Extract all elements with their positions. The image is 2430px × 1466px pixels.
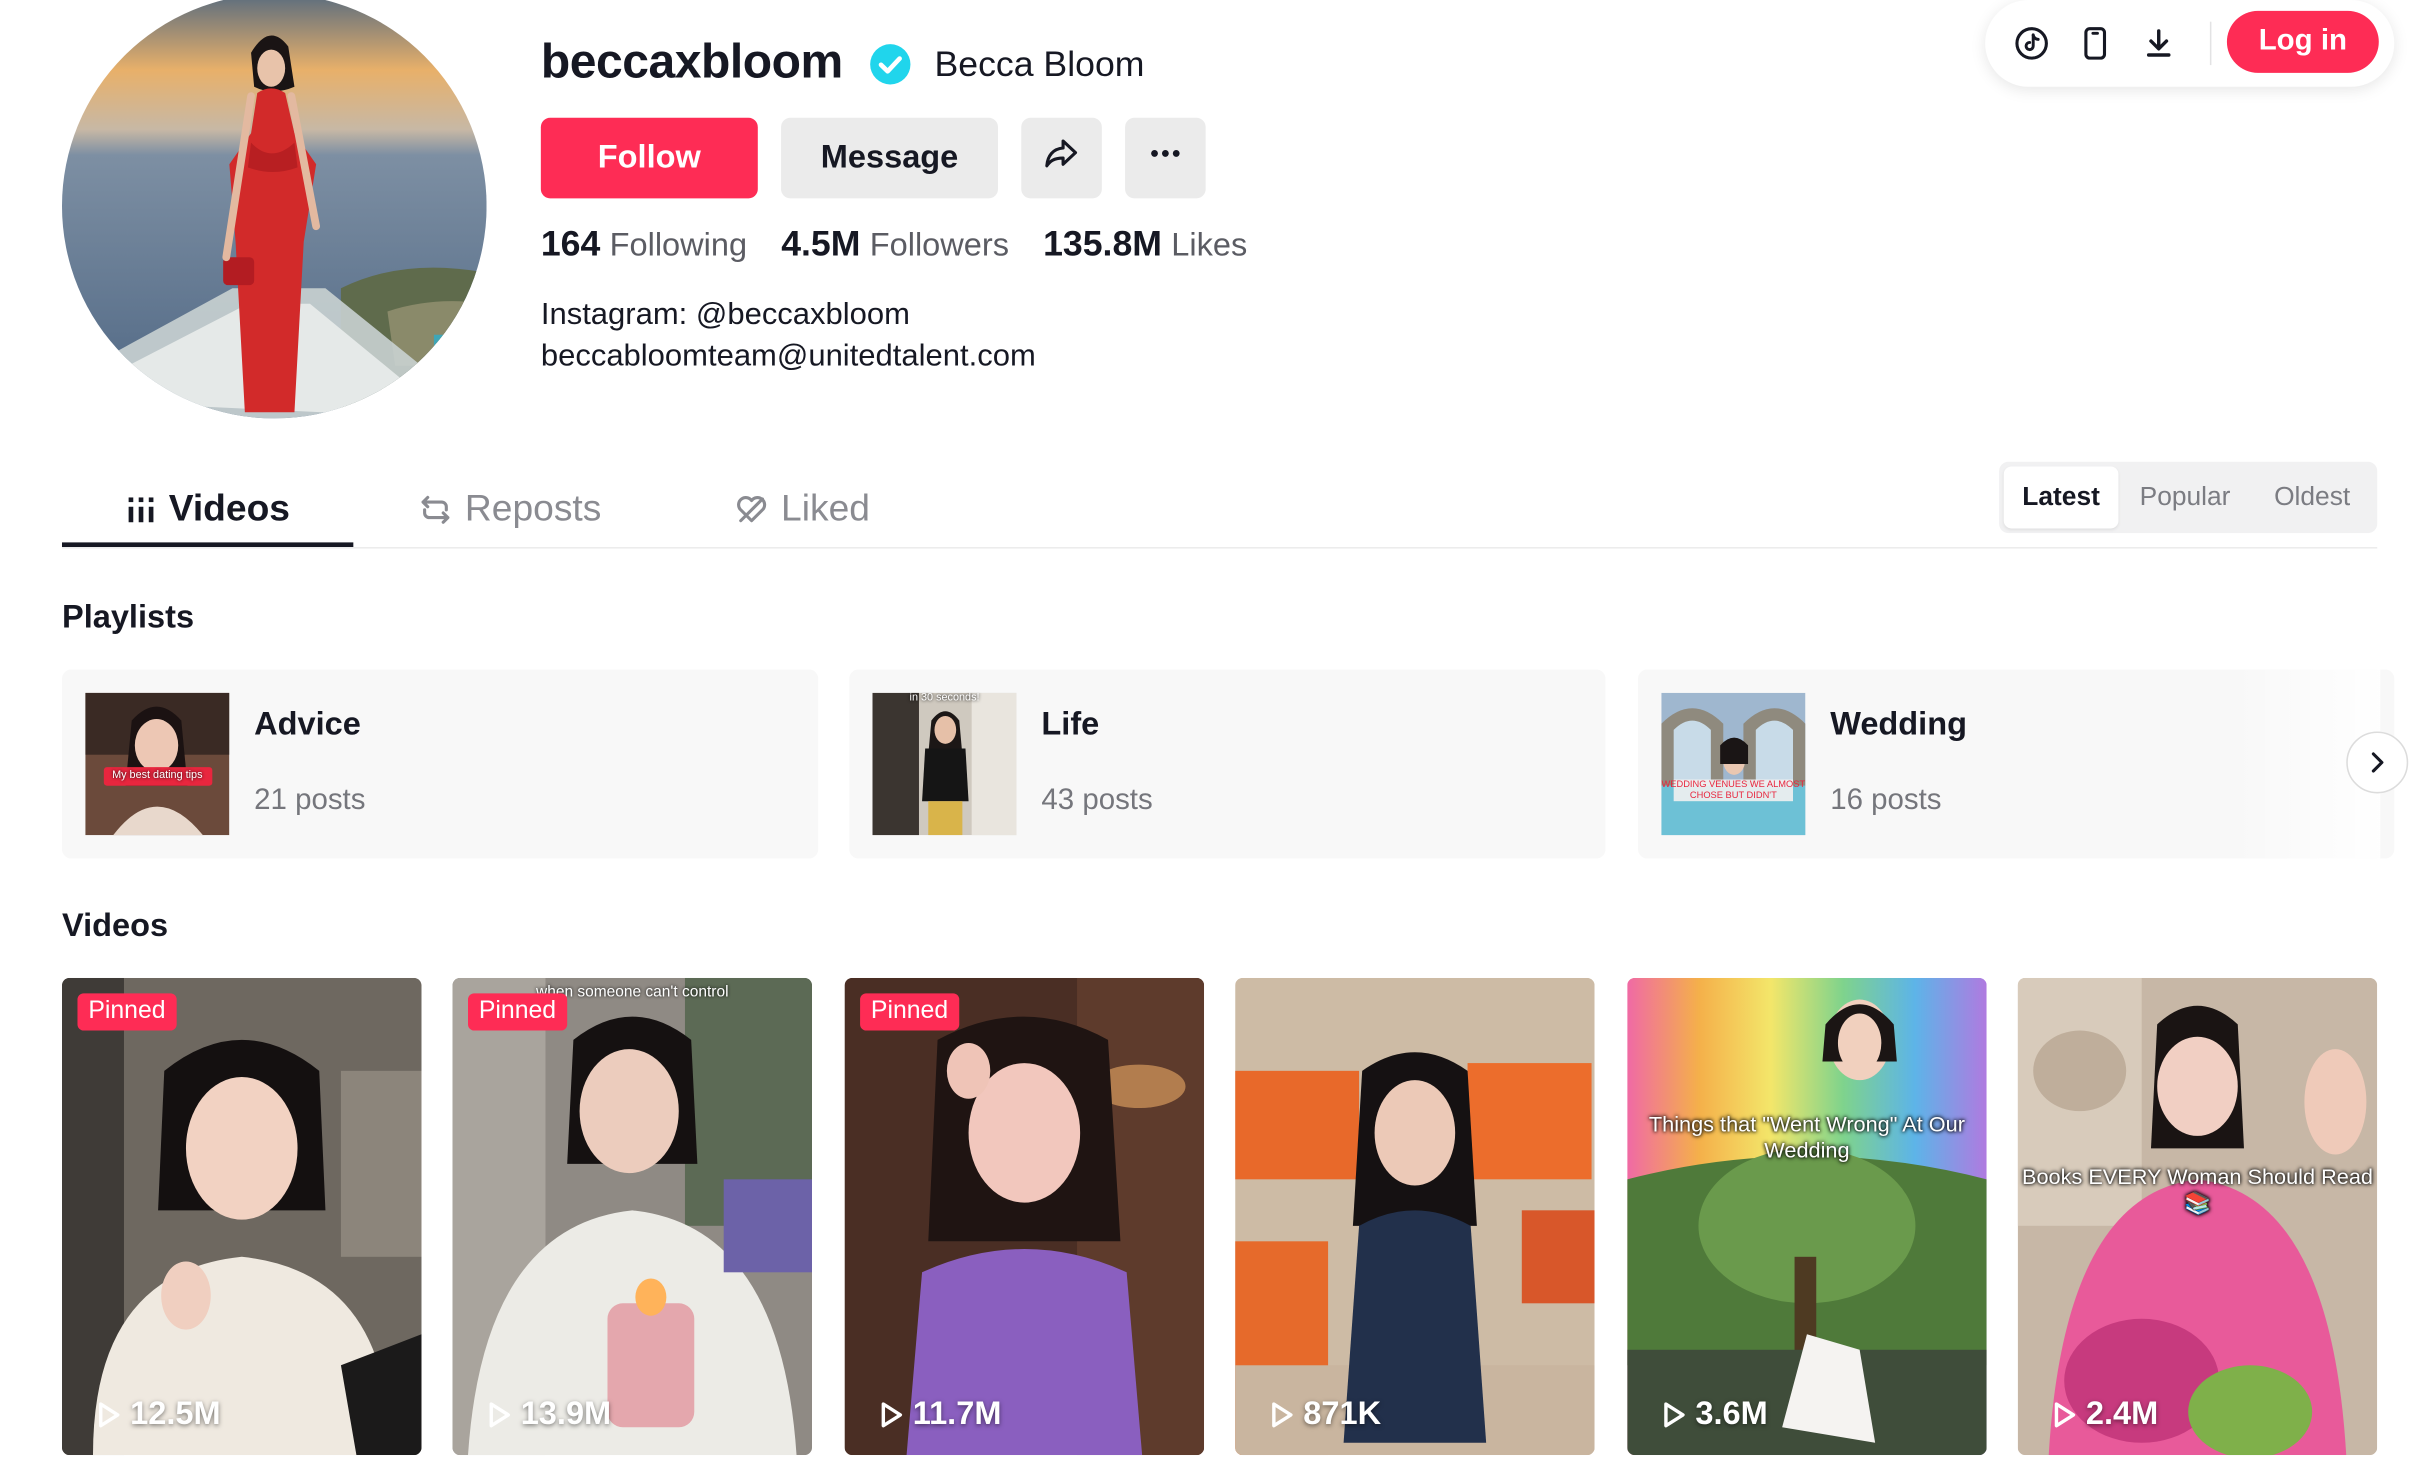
video-caption: Things that "Went Wrong" At Our Wedding — [1648, 1111, 1965, 1163]
video-card[interactable]: when someone can't control Pinned 13.9M — [452, 977, 813, 1456]
download-icon[interactable] — [2135, 20, 2181, 66]
playlist-card-wedding[interactable]: WEDDING VENUES WE ALMOST CHOSE BUT DIDN'… — [1638, 669, 2395, 859]
video-card[interactable]: 871K — [1235, 977, 1595, 1456]
grid-icon — [128, 497, 154, 523]
play-icon — [489, 1402, 511, 1428]
tab-reposts[interactable]: Reposts — [418, 474, 601, 545]
username: beccaxbloom — [540, 34, 843, 89]
playlist-next-button[interactable] — [2346, 731, 2409, 794]
playlists-heading: Playlists — [61, 599, 195, 636]
tab-liked-label: Liked — [781, 488, 870, 530]
playlist-count: 16 posts — [1830, 784, 1942, 817]
pinned-badge: Pinned — [860, 993, 959, 1031]
message-button[interactable]: Message — [781, 117, 999, 199]
sort-latest[interactable]: Latest — [2003, 466, 2119, 529]
following-label: Following — [609, 227, 748, 264]
playlist-count: 21 posts — [254, 784, 366, 817]
play-icon — [1272, 1402, 1293, 1428]
playlist-count: 43 posts — [1041, 784, 1153, 817]
view-count-value: 13.9M — [520, 1396, 612, 1432]
playlist-thumb-caption: My best dating tips — [112, 770, 203, 782]
playlist-thumbnail: in 30 seconds! — [872, 692, 1017, 836]
likes-count: 135.8M — [1043, 223, 1162, 264]
tab-liked[interactable]: Liked — [735, 474, 870, 545]
playlist-thumbnail: My best dating tips — [85, 692, 230, 836]
playlist-thumb-caption: WEDDING VENUES WE ALMOST CHOSE BUT DIDN'… — [1661, 781, 1806, 802]
following-count: 164 — [540, 223, 601, 264]
followers-label: Followers — [869, 227, 1009, 264]
top-action-bar: Log in — [1985, 0, 2395, 87]
video-card[interactable]: Books EVERY Woman Should Read 📚 2.4M — [2017, 977, 2378, 1456]
pinned-badge: Pinned — [77, 993, 177, 1031]
playlist-card-advice[interactable]: My best dating tips Advice 21 posts — [61, 669, 819, 859]
sort-control: Latest Popular Oldest — [1999, 461, 2378, 534]
playlist-title: Life — [1041, 706, 1100, 743]
pinned-badge: Pinned — [468, 993, 567, 1031]
view-count: 2.4M — [2049, 1396, 2159, 1433]
share-icon — [1041, 133, 1081, 183]
likes-label: Likes — [1171, 227, 1248, 264]
login-button[interactable]: Log in — [2226, 10, 2379, 73]
more-options-button[interactable] — [1125, 117, 1206, 199]
follow-button[interactable]: Follow — [540, 117, 758, 199]
video-card[interactable]: Pinned 12.5M — [61, 977, 422, 1456]
followers-count: 4.5M — [781, 223, 861, 264]
view-count-value: 871K — [1303, 1396, 1382, 1432]
view-count: 11.7M — [876, 1396, 1002, 1433]
play-icon — [881, 1402, 903, 1428]
ellipsis-icon — [1147, 135, 1184, 181]
playlist-thumb-caption: in 30 seconds! — [909, 692, 980, 704]
view-count-value: 12.5M — [130, 1396, 221, 1432]
view-count-value: 2.4M — [2085, 1396, 2159, 1432]
video-caption: Books EVERY Woman Should Read 📚 — [2021, 1163, 2373, 1215]
tab-reposts-label: Reposts — [464, 488, 602, 530]
video-card[interactable]: Things that "Went Wrong" At Our Wedding … — [1627, 977, 1987, 1456]
display-name: Becca Bloom — [934, 43, 1145, 84]
verified-badge-icon — [869, 43, 911, 85]
tiktok-coin-icon[interactable] — [2008, 20, 2054, 66]
playlist-thumbnail: WEDDING VENUES WE ALMOST CHOSE BUT DIDN'… — [1661, 692, 1806, 836]
divider — [61, 547, 2378, 549]
bio: Instagram: @beccaxbloom beccabloomteam@u… — [541, 294, 1036, 378]
play-icon — [2054, 1402, 2076, 1428]
repost-icon — [421, 495, 450, 524]
view-count: 871K — [1266, 1396, 1381, 1433]
phone-icon[interactable] — [2072, 20, 2118, 66]
video-card[interactable]: Pinned 11.7M — [844, 977, 1205, 1456]
videos-heading: Videos — [61, 908, 169, 944]
divider — [2209, 21, 2212, 66]
view-count: 12.5M — [93, 1396, 221, 1433]
play-icon — [1664, 1402, 1685, 1428]
play-icon — [99, 1402, 120, 1428]
view-count-value: 3.6M — [1695, 1396, 1768, 1432]
sort-popular[interactable]: Popular — [2123, 466, 2247, 528]
view-count: 13.9M — [484, 1396, 612, 1433]
view-count: 3.6M — [1658, 1396, 1768, 1433]
tab-videos-label: Videos — [168, 488, 290, 530]
avatar[interactable] — [61, 0, 487, 419]
playlist-title: Advice — [254, 706, 361, 743]
playlist-title: Wedding — [1830, 706, 1967, 743]
liked-heart-icon — [737, 496, 767, 523]
playlist-card-life[interactable]: in 30 seconds! Life 43 posts — [849, 669, 1606, 859]
bio-instagram: Instagram: @beccaxbloom — [540, 297, 910, 332]
view-count-value: 11.7M — [912, 1396, 1002, 1432]
profile-stats: 164 Following 4.5M Followers 135.8M Likes — [541, 223, 1282, 265]
sort-oldest[interactable]: Oldest — [2253, 466, 2371, 528]
bio-email: beccabloomteam@unitedtalent.com — [540, 339, 1036, 374]
tab-videos[interactable]: Videos — [62, 474, 353, 545]
share-button[interactable] — [1021, 117, 1102, 199]
chevron-right-icon — [2371, 752, 2384, 773]
